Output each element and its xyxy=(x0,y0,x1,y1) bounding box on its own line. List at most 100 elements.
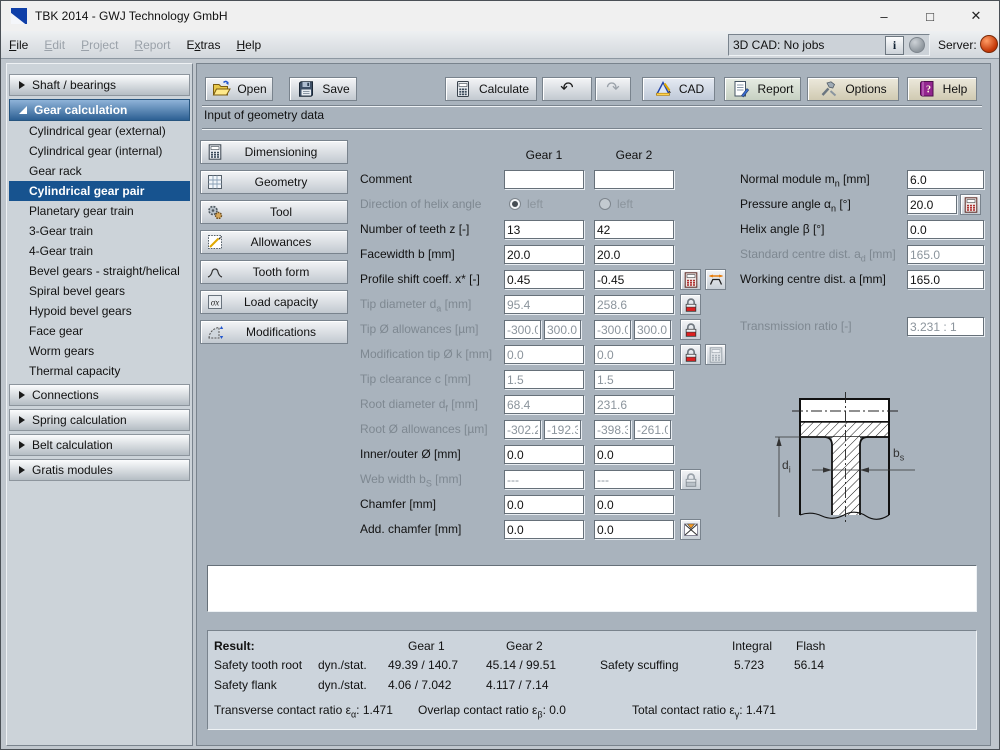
gear1-root-diameter-d-mm-input xyxy=(504,395,584,414)
sidebar-section-shaft-bearings[interactable]: Shaft / bearings xyxy=(9,74,190,96)
gear1-helix-left-radio xyxy=(509,198,521,210)
gear1-inner-outer-mm-input[interactable] xyxy=(504,445,584,464)
minimize-button[interactable]: – xyxy=(861,1,907,31)
gear1-chamfer-mm-input[interactable] xyxy=(504,495,584,514)
nav-tooth-form-button[interactable]: Tooth form xyxy=(200,260,348,284)
sidebar-section-belt-calculation[interactable]: Belt calculation xyxy=(9,434,190,456)
gear2-comment-input[interactable] xyxy=(594,170,674,189)
calc-small-icon-button[interactable] xyxy=(680,269,701,290)
gear2-facewidth-b-mm-input[interactable] xyxy=(594,245,674,264)
svg-text:?: ? xyxy=(926,85,931,96)
nav-geometry-button[interactable]: Geometry xyxy=(200,170,348,194)
result-cell-safety-tooth-root-3: 45.14 / 99.51 xyxy=(486,658,556,672)
report-button[interactable]: Report xyxy=(724,77,801,101)
chamfer-icon-button[interactable] xyxy=(680,519,701,540)
calculate-button-label: Calculate xyxy=(479,82,529,96)
open-button[interactable]: Open xyxy=(205,77,273,101)
lock-red-icon-button[interactable] xyxy=(680,319,701,340)
gear1-profile-shift-coeff-x-input[interactable] xyxy=(504,270,584,289)
standard-centre-dist-a-mm-input xyxy=(907,245,984,264)
label-comment: Comment xyxy=(360,172,412,186)
svg-text:σx: σx xyxy=(211,298,219,308)
cad-button[interactable]: CAD xyxy=(642,77,715,101)
info-button[interactable]: i xyxy=(885,36,904,55)
sidebar-item-worm-gears[interactable]: Worm gears xyxy=(7,341,192,361)
label-pressure-angle: Pressure angle αn [°] xyxy=(740,197,851,213)
gear1-comment-input[interactable] xyxy=(504,170,584,189)
sidebar-item-cylindrical-gear-pair[interactable]: Cylindrical gear pair xyxy=(9,181,190,201)
save-button[interactable]: Save xyxy=(289,77,357,101)
gear2-tip-allowances-m-upper-input xyxy=(634,320,671,339)
sidebar-item-bevel-gears-straight-helical[interactable]: Bevel gears - straight/helical xyxy=(7,261,192,281)
gear1-facewidth-b-mm-input[interactable] xyxy=(504,245,584,264)
nav-dimensioning-button[interactable]: Dimensioning xyxy=(200,140,348,164)
sidebar-item-4-gear-train[interactable]: 4-Gear train xyxy=(7,241,192,261)
allowances-icon xyxy=(205,232,225,252)
sidebar-item-face-gear[interactable]: Face gear xyxy=(7,321,192,341)
sidebar-item-hypoid-bevel-gears[interactable]: Hypoid bevel gears xyxy=(7,301,192,321)
dimensioning-icon xyxy=(205,142,225,162)
message-box xyxy=(207,565,977,612)
centre-distance-icon-button[interactable] xyxy=(705,269,726,290)
gear2-add-chamfer-mm-input[interactable] xyxy=(594,520,674,539)
gear1-tip-allowances-m-upper-input xyxy=(544,320,581,339)
nav-tool-button[interactable]: Tool xyxy=(200,200,348,224)
nav-load-capacity-button[interactable]: σxLoad capacity xyxy=(200,290,348,314)
separator xyxy=(202,105,982,107)
calc-small-icon-button[interactable] xyxy=(960,194,981,215)
lock-red-icon-button[interactable] xyxy=(680,344,701,365)
help-button[interactable]: ?Help xyxy=(907,77,977,101)
menu-item-extras[interactable]: Extras xyxy=(186,38,220,52)
menu-item-file[interactable]: File xyxy=(9,38,28,52)
gear2-tip-allowances-m-lower-input xyxy=(594,320,631,339)
gear2-chamfer-mm-input[interactable] xyxy=(594,495,674,514)
calculate-button[interactable]: Calculate xyxy=(445,77,537,101)
sidebar-item-3-gear-train[interactable]: 3-Gear train xyxy=(7,221,192,241)
sidebar-item-gear-rack[interactable]: Gear rack xyxy=(7,161,192,181)
sidebar-section-gratis-modules[interactable]: Gratis modules xyxy=(9,459,190,481)
gear2-web-width-b-mm-input xyxy=(594,470,674,489)
sidebar-item-spiral-bevel-gears[interactable]: Spiral bevel gears xyxy=(7,281,192,301)
label-modification-tip-k-mm: Modification tip Ø k [mm] xyxy=(360,347,492,361)
nav-modifications-button[interactable]: Modifications xyxy=(200,320,348,344)
label-tip-clearance-c-mm: Tip clearance c [mm] xyxy=(360,372,471,386)
undo-button[interactable]: ↶ xyxy=(542,77,592,101)
title-bar: TBK 2014 - GWJ Technology GmbH – □ ✕ xyxy=(1,1,999,31)
gear2-root-allowances-m-lower-input xyxy=(594,420,631,439)
sidebar-section-gear-calculation[interactable]: Gear calculation xyxy=(9,99,190,121)
report-icon xyxy=(731,79,751,99)
server-status-led xyxy=(980,35,998,53)
normal-module-m-mm-input[interactable] xyxy=(907,170,984,189)
result-cell-safety-flank-0: Safety flank xyxy=(214,678,277,692)
gear1-tip-allowances-m-lower-input xyxy=(504,320,541,339)
gear2-profile-shift-coeff-x-input[interactable] xyxy=(594,270,674,289)
load-capacity-icon: σx xyxy=(205,292,225,312)
lock-gray-icon-button[interactable] xyxy=(680,469,701,490)
gear2-root-diameter-d-mm-input xyxy=(594,395,674,414)
working-centre-dist-a-mm-input[interactable] xyxy=(907,270,984,289)
pressure-angle-input[interactable] xyxy=(907,195,957,214)
options-button[interactable]: Options xyxy=(807,77,899,101)
gear2-inner-outer-mm-input[interactable] xyxy=(594,445,674,464)
close-button[interactable]: ✕ xyxy=(953,1,999,31)
sidebar-item-thermal-capacity[interactable]: Thermal capacity xyxy=(7,361,192,381)
sidebar-section-spring-calculation[interactable]: Spring calculation xyxy=(9,409,190,431)
server-label: Server: xyxy=(938,38,977,52)
menu-item-help[interactable]: Help xyxy=(236,38,261,52)
sidebar-section-connections[interactable]: Connections xyxy=(9,384,190,406)
result-cell-safety-tooth-root-5: 5.723 xyxy=(734,658,764,672)
sidebar-item-cylindrical-gear-external[interactable]: Cylindrical gear (external) xyxy=(7,121,192,141)
lock-red-icon-button[interactable] xyxy=(680,294,701,315)
collapsed-triangle-icon xyxy=(19,441,25,449)
maximize-button[interactable]: □ xyxy=(907,1,953,31)
nav-allowances-button[interactable]: Allowances xyxy=(200,230,348,254)
gear1-number-of-teeth-z-input[interactable] xyxy=(504,220,584,239)
sidebar-item-cylindrical-gear-internal[interactable]: Cylindrical gear (internal) xyxy=(7,141,192,161)
gear2-root-allowances-m-upper-input xyxy=(634,420,671,439)
open-button-label: Open xyxy=(237,82,266,96)
gear1-add-chamfer-mm-input[interactable] xyxy=(504,520,584,539)
sidebar-item-planetary-gear-train[interactable]: Planetary gear train xyxy=(7,201,192,221)
helix-angle-input[interactable] xyxy=(907,220,984,239)
gear2-number-of-teeth-z-input[interactable] xyxy=(594,220,674,239)
label-root-diameter-d-mm: Root diameter df [mm] xyxy=(360,397,478,413)
